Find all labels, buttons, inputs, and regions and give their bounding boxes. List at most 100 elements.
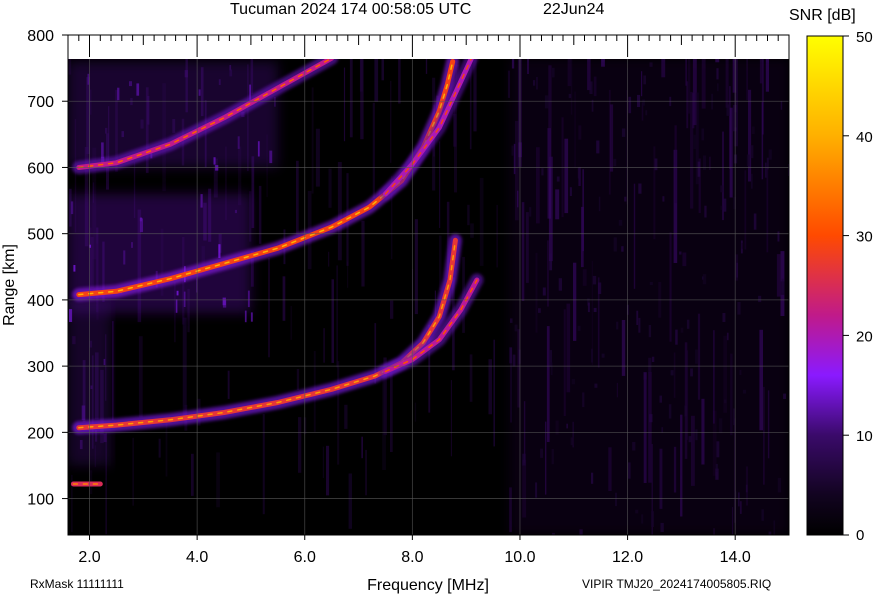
diffuse-speck — [780, 101, 783, 110]
diffuse-speck — [621, 246, 624, 252]
diffuse-speck — [720, 185, 724, 193]
diffuse-speck — [598, 196, 601, 212]
diffuse-speck — [649, 282, 653, 286]
diffuse-speck — [136, 83, 140, 96]
diffuse-speck — [514, 324, 518, 332]
noise-streak — [165, 420, 168, 477]
diffuse-speck — [641, 514, 644, 524]
diffuse-speck — [680, 327, 684, 333]
noise-streak — [390, 80, 392, 163]
diffuse-speck — [140, 119, 144, 129]
colorbar-ticks: 0 10 20 30 40 50 — [843, 29, 873, 544]
diffuse-speck — [587, 302, 590, 313]
diffuse-speck — [591, 348, 593, 363]
diffuse-speck — [737, 302, 741, 315]
diffuse-speck — [601, 353, 605, 358]
noise-streak — [382, 368, 386, 470]
diffuse-speck — [101, 142, 104, 159]
diffuse-speck — [509, 347, 513, 364]
diffuse-speck — [579, 529, 583, 535]
diffuse-speck — [635, 509, 639, 514]
colorbar-tick-label: 30 — [856, 229, 873, 246]
noise-streak — [258, 185, 262, 244]
diffuse-speck — [628, 96, 632, 114]
diffuse-speck — [684, 405, 688, 417]
top-strip — [68, 35, 789, 59]
diffuse-speck — [668, 404, 672, 419]
diffuse-speck — [103, 433, 107, 443]
diffuse-speck — [592, 275, 597, 285]
diffuse-speck — [200, 194, 203, 208]
diffuse-speck — [175, 299, 178, 313]
noise-streak — [227, 370, 230, 399]
diffuse-speck — [121, 131, 124, 138]
diffuse-speck — [529, 207, 532, 217]
x-tick-label: 10.0 — [504, 549, 535, 566]
diffuse-speck — [250, 312, 253, 322]
noise-streak — [282, 276, 286, 321]
y-tick-label: 800 — [27, 28, 54, 45]
diffuse-speck — [510, 318, 513, 323]
diffuse-speck — [596, 140, 600, 154]
diffuse-speck — [651, 511, 654, 527]
diffuse-speck — [244, 310, 247, 323]
x-tick-label: 4.0 — [186, 549, 208, 566]
diffuse-speck — [184, 70, 188, 78]
noise-streak — [390, 300, 394, 319]
noise-streak — [182, 317, 187, 420]
x-axis-label: Frequency [MHz] — [367, 577, 489, 594]
noise-streak — [112, 321, 114, 420]
diffuse-region — [68, 61, 278, 168]
noise-streak — [296, 369, 300, 390]
diffuse-speck — [552, 532, 555, 535]
x-tick-label: 6.0 — [294, 549, 316, 566]
diffuse-speck — [615, 492, 617, 507]
y-tick-label: 400 — [27, 293, 54, 310]
diffuse-speck — [79, 440, 83, 450]
diffuse-speck — [593, 307, 597, 312]
diffuse-speck — [218, 244, 221, 258]
colorbar-tick-label: 50 — [856, 29, 873, 46]
diffuse-speck — [81, 405, 86, 421]
diffuse-speck — [589, 81, 593, 94]
diffuse-speck — [613, 158, 617, 167]
diffuse-speck — [764, 162, 767, 178]
y-tick-label: 200 — [27, 425, 54, 442]
y-tick-label: 700 — [27, 94, 54, 111]
diffuse-speck — [117, 87, 120, 101]
x-tick-label: 8.0 — [401, 549, 423, 566]
noise-streak — [365, 449, 367, 496]
noise-streak — [470, 223, 474, 238]
diffuse-speck — [753, 213, 757, 230]
noise-streak — [76, 35, 79, 39]
diffuse-speck — [624, 196, 627, 202]
x-tick-label: 12.0 — [612, 549, 643, 566]
chart-title: Tucuman 2024 174 00:58:05 UTC — [230, 1, 471, 18]
diffuse-speck — [720, 205, 723, 210]
diffuse-speck — [649, 414, 653, 423]
diffuse-speck — [541, 168, 544, 176]
diffuse-speck — [761, 509, 764, 521]
noise-streak — [439, 141, 441, 228]
diffuse-speck — [87, 73, 90, 85]
diffuse-speck — [551, 67, 555, 78]
diffuse-speck — [577, 325, 581, 331]
diffuse-speck — [695, 429, 698, 441]
diffuse-speck — [131, 242, 133, 248]
diffuse-speck — [726, 332, 729, 341]
noise-streak — [331, 279, 334, 363]
noise-streak — [296, 160, 299, 235]
diffuse-speck — [218, 79, 221, 85]
diffuse-speck — [577, 167, 581, 179]
diffuse-speck — [733, 408, 735, 426]
diffuse-speck — [777, 477, 782, 493]
noise-streak — [361, 436, 363, 459]
diffuse-speck — [711, 93, 714, 110]
noise-streak — [348, 473, 352, 529]
y-axis-label: Range [km] — [1, 244, 18, 326]
diffuse-speck — [522, 453, 526, 466]
diffuse-speck — [750, 145, 754, 159]
x-axis-ticks: 2.0 4.0 6.0 8.0 10.0 12.0 14.0 — [78, 535, 751, 566]
diffuse-speck — [781, 278, 784, 294]
diffuse-speck — [636, 310, 639, 325]
